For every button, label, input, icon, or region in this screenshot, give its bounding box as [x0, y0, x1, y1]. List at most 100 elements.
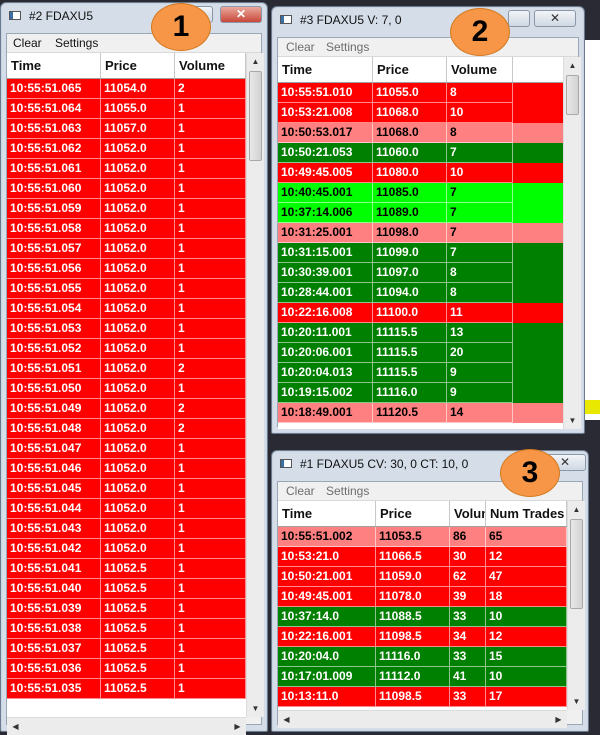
column-header-time[interactable]: Time — [278, 501, 376, 526]
table-row[interactable]: 10:55:51.062 11052.0 1 — [7, 139, 246, 159]
column-header-volume[interactable]: Volume — [175, 53, 246, 78]
column-header-price[interactable]: Price — [376, 501, 450, 526]
vertical-scrollbar[interactable]: ▲ ▼ — [246, 53, 264, 717]
arrow-down-icon[interactable]: ▼ — [564, 412, 581, 429]
table-row[interactable]: 10:20:11.001 11115.5 13 — [278, 323, 563, 343]
table-row[interactable]: 10:55:51.045 11052.0 1 — [7, 479, 246, 499]
table-row[interactable]: 10:20:04.0 11116.0 33 15 — [278, 647, 567, 667]
column-header-num-trades[interactable]: Num Trades — [486, 501, 567, 526]
table-row[interactable]: 10:22:16.008 11100.0 11 — [278, 303, 563, 323]
menu-clear[interactable]: Clear — [286, 40, 315, 54]
table-row[interactable]: 10:50:21.001 11059.0 62 47 — [278, 567, 567, 587]
table-row[interactable]: 10:37:14.0 11088.5 33 10 — [278, 607, 567, 627]
trades-grid: Time Price Volume 10:55:51.010 11055.0 8 10… — [278, 57, 563, 429]
table-row[interactable]: 10:55:51.002 11053.5 86 65 — [278, 527, 567, 547]
close-icon[interactable]: ✕ — [220, 6, 262, 23]
table-row[interactable]: 10:55:51.042 11052.0 1 — [7, 539, 246, 559]
table-row[interactable]: 10:55:51.053 11052.0 1 — [7, 319, 246, 339]
table-row[interactable]: 10:53:21.0 11066.5 30 12 — [278, 547, 567, 567]
close-icon[interactable]: ✕ — [534, 10, 576, 27]
scrollbar-thumb[interactable] — [249, 71, 262, 161]
table-row[interactable]: 10:53:21.008 11068.0 10 — [278, 103, 563, 123]
arrow-up-icon[interactable]: ▲ — [564, 57, 581, 74]
table-row[interactable]: 10:30:39.001 11097.0 8 — [278, 263, 563, 283]
table-row[interactable]: 10:22:16.001 11098.5 34 12 — [278, 627, 567, 647]
table-row[interactable]: 10:17:01.009 11112.0 41 10 — [278, 667, 567, 687]
table-row[interactable]: 10:55:51.060 11052.0 1 — [7, 179, 246, 199]
column-header-volume[interactable]: Volume — [450, 501, 486, 526]
arrow-down-icon[interactable]: ▼ — [247, 700, 264, 717]
table-row[interactable]: 10:55:51.048 11052.0 2 — [7, 419, 246, 439]
window-titlebar[interactable]: #3 FDAXU5 V: 7, 0 ✕ — [272, 7, 584, 33]
vertical-scrollbar[interactable]: ▲ ▼ — [567, 501, 585, 710]
table-row[interactable]: 10:55:51.037 11052.5 1 — [7, 639, 246, 659]
arrow-left-icon[interactable]: ◀ — [278, 711, 295, 728]
table-row[interactable]: 10:55:51.054 11052.0 1 — [7, 299, 246, 319]
table-row[interactable]: 10:55:51.064 11055.0 1 — [7, 99, 246, 119]
column-header-time[interactable]: Time — [7, 53, 101, 78]
arrow-right-icon[interactable]: ▶ — [550, 711, 567, 728]
table-row[interactable]: 10:55:51.059 11052.0 1 — [7, 199, 246, 219]
table-row[interactable]: 10:55:51.050 11052.0 1 — [7, 379, 246, 399]
table-row[interactable]: 10:55:51.043 11052.0 1 — [7, 519, 246, 539]
table-row[interactable]: 10:55:51.051 11052.0 2 — [7, 359, 246, 379]
scrollbar-thumb[interactable] — [566, 75, 579, 115]
menu-settings[interactable]: Settings — [326, 40, 369, 54]
table-row[interactable]: 10:55:51.061 11052.0 1 — [7, 159, 246, 179]
table-row[interactable]: 10:55:51.041 11052.5 1 — [7, 559, 246, 579]
table-row[interactable]: 10:55:51.010 11055.0 8 — [278, 83, 563, 103]
table-row[interactable]: 10:31:15.001 11099.0 7 — [278, 243, 563, 263]
table-row[interactable]: 10:55:51.046 11052.0 1 — [7, 459, 246, 479]
table-row[interactable]: 10:55:51.039 11052.5 1 — [7, 599, 246, 619]
table-row[interactable]: 10:55:51.047 11052.0 1 — [7, 439, 246, 459]
scrollbar-thumb[interactable] — [570, 519, 583, 609]
arrow-left-icon[interactable]: ◀ — [7, 718, 24, 735]
table-row[interactable]: 10:37:14.006 11089.0 7 — [278, 203, 563, 223]
table-row[interactable]: 10:55:51.057 11052.0 1 — [7, 239, 246, 259]
window-titlebar[interactable]: #2 FDAXU5 ✕ — [1, 3, 267, 29]
table-row[interactable]: 10:49:45.005 11080.0 10 — [278, 163, 563, 183]
table-row[interactable]: 10:55:51.035 11052.5 1 — [7, 679, 246, 699]
horizontal-scrollbar[interactable]: ◀ ▶ — [7, 717, 246, 735]
table-row[interactable]: 10:55:51.056 11052.0 1 — [7, 259, 246, 279]
table-row[interactable]: 10:28:44.001 11094.0 8 — [278, 283, 563, 303]
table-row[interactable]: 10:55:51.063 11057.0 1 — [7, 119, 246, 139]
column-header-volume[interactable]: Volume — [447, 57, 513, 82]
table-row[interactable]: 10:19:15.002 11116.0 9 — [278, 383, 563, 403]
column-header-price[interactable]: Price — [373, 57, 447, 82]
table-row[interactable]: 10:13:11.0 11098.5 33 17 — [278, 687, 567, 707]
table-row[interactable]: 10:49:45.001 11078.0 39 18 — [278, 587, 567, 607]
menu-clear[interactable]: Clear — [286, 484, 315, 498]
horizontal-scrollbar[interactable]: ◀ ▶ — [278, 710, 567, 728]
arrow-up-icon[interactable]: ▲ — [568, 501, 585, 518]
grid-header: Time Price Volume Num Trades — [278, 501, 567, 527]
table-row[interactable]: 10:55:51.036 11052.5 1 — [7, 659, 246, 679]
table-row[interactable]: 10:55:51.058 11052.0 1 — [7, 219, 246, 239]
table-row[interactable]: 10:50:21.053 11060.0 7 — [278, 143, 563, 163]
table-row[interactable]: 10:55:51.065 11054.0 2 — [7, 79, 246, 99]
table-row[interactable]: 10:20:06.001 11115.5 20 — [278, 343, 563, 363]
cell-time: 10:20:04.013 — [278, 363, 373, 383]
column-header-time[interactable]: Time — [278, 57, 373, 82]
table-row[interactable]: 10:55:51.055 11052.0 1 — [7, 279, 246, 299]
column-header-price[interactable]: Price — [101, 53, 175, 78]
table-row[interactable]: 10:50:53.017 11068.0 8 — [278, 123, 563, 143]
menu-clear[interactable]: Clear — [13, 36, 42, 50]
menu-settings[interactable]: Settings — [326, 484, 369, 498]
table-row[interactable]: 10:55:51.040 11052.5 1 — [7, 579, 246, 599]
arrow-right-icon[interactable]: ▶ — [229, 718, 246, 735]
table-row[interactable]: 10:18:49.001 11120.5 14 — [278, 403, 563, 423]
menu-bar: Clear Settings — [7, 34, 261, 53]
arrow-up-icon[interactable]: ▲ — [247, 53, 264, 70]
vertical-scrollbar[interactable]: ▲ ▼ — [563, 57, 581, 429]
menu-settings[interactable]: Settings — [55, 36, 98, 50]
arrow-down-icon[interactable]: ▼ — [568, 693, 585, 710]
maximize-icon[interactable] — [508, 10, 530, 27]
table-row[interactable]: 10:55:51.052 11052.0 1 — [7, 339, 246, 359]
table-row[interactable]: 10:40:45.001 11085.0 7 — [278, 183, 563, 203]
table-row[interactable]: 10:55:51.049 11052.0 2 — [7, 399, 246, 419]
table-row[interactable]: 10:31:25.001 11098.0 7 — [278, 223, 563, 243]
table-row[interactable]: 10:55:51.038 11052.5 1 — [7, 619, 246, 639]
table-row[interactable]: 10:55:51.044 11052.0 1 — [7, 499, 246, 519]
table-row[interactable]: 10:20:04.013 11115.5 9 — [278, 363, 563, 383]
